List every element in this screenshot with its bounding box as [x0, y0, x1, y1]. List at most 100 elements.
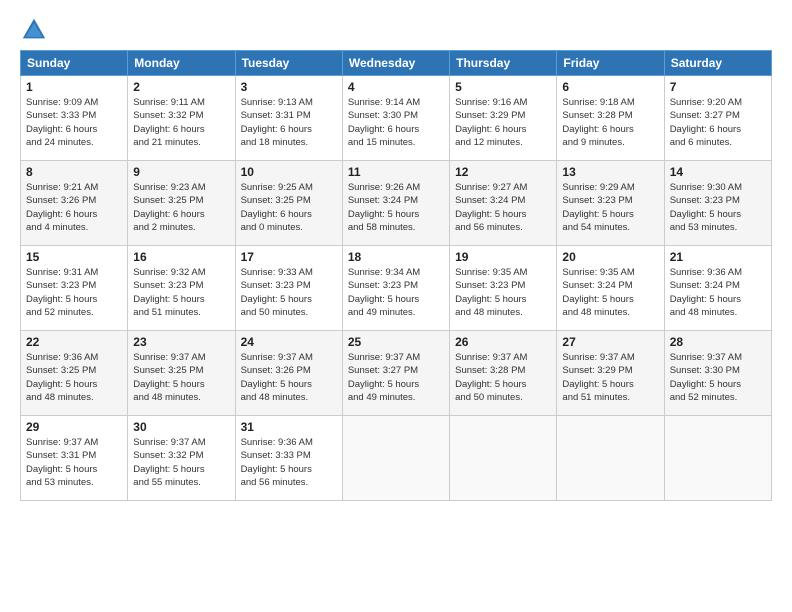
day-info: Sunrise: 9:37 AM Sunset: 3:32 PM Dayligh… [133, 436, 229, 489]
calendar-week-5: 29 Sunrise: 9:37 AM Sunset: 3:31 PM Dayli… [21, 416, 772, 501]
day-number: 11 [348, 165, 444, 179]
day-number: 8 [26, 165, 122, 179]
day-number: 23 [133, 335, 229, 349]
day-number: 20 [562, 250, 658, 264]
day-info: Sunrise: 9:37 AM Sunset: 3:26 PM Dayligh… [241, 351, 337, 404]
day-number: 4 [348, 80, 444, 94]
calendar-week-1: 1 Sunrise: 9:09 AM Sunset: 3:33 PM Daylig… [21, 76, 772, 161]
day-number: 12 [455, 165, 551, 179]
day-info: Sunrise: 9:32 AM Sunset: 3:23 PM Dayligh… [133, 266, 229, 319]
day-number: 7 [670, 80, 766, 94]
day-number: 1 [26, 80, 122, 94]
day-number: 30 [133, 420, 229, 434]
logo [20, 16, 52, 44]
calendar-week-4: 22 Sunrise: 9:36 AM Sunset: 3:25 PM Dayli… [21, 331, 772, 416]
calendar-cell [557, 416, 664, 501]
day-info: Sunrise: 9:37 AM Sunset: 3:31 PM Dayligh… [26, 436, 122, 489]
day-info: Sunrise: 9:14 AM Sunset: 3:30 PM Dayligh… [348, 96, 444, 149]
day-info: Sunrise: 9:31 AM Sunset: 3:23 PM Dayligh… [26, 266, 122, 319]
day-number: 31 [241, 420, 337, 434]
calendar-cell: 9Sunrise: 9:23 AM Sunset: 3:25 PM Daylig… [128, 161, 235, 246]
calendar-table: SundayMondayTuesdayWednesdayThursdayFrid… [20, 50, 772, 501]
calendar-week-2: 8 Sunrise: 9:21 AM Sunset: 3:26 PM Daylig… [21, 161, 772, 246]
calendar-cell: 22 Sunrise: 9:36 AM Sunset: 3:25 PM Dayli… [21, 331, 128, 416]
calendar-header-row: SundayMondayTuesdayWednesdayThursdayFrid… [21, 51, 772, 76]
calendar-cell: 6 Sunrise: 9:18 AM Sunset: 3:28 PM Daylig… [557, 76, 664, 161]
day-info: Sunrise: 9:37 AM Sunset: 3:30 PM Dayligh… [670, 351, 766, 404]
calendar-cell: 5 Sunrise: 9:16 AM Sunset: 3:29 PM Daylig… [450, 76, 557, 161]
day-number: 14 [670, 165, 766, 179]
calendar-cell: 25 Sunrise: 9:37 AM Sunset: 3:27 PM Dayli… [342, 331, 449, 416]
day-info: Sunrise: 9:37 AM Sunset: 3:25 PM Dayligh… [133, 351, 229, 404]
day-info: Sunrise: 9:13 AM Sunset: 3:31 PM Dayligh… [241, 96, 337, 149]
calendar-cell: 1 Sunrise: 9:09 AM Sunset: 3:33 PM Daylig… [21, 76, 128, 161]
day-number: 18 [348, 250, 444, 264]
calendar-cell: 19Sunrise: 9:35 AM Sunset: 3:23 PM Dayli… [450, 246, 557, 331]
day-number: 10 [241, 165, 337, 179]
page-container: SundayMondayTuesdayWednesdayThursdayFrid… [0, 0, 792, 511]
day-info: Sunrise: 9:37 AM Sunset: 3:27 PM Dayligh… [348, 351, 444, 404]
day-info: Sunrise: 9:36 AM Sunset: 3:24 PM Dayligh… [670, 266, 766, 319]
day-number: 24 [241, 335, 337, 349]
day-number: 16 [133, 250, 229, 264]
day-number: 5 [455, 80, 551, 94]
day-info: Sunrise: 9:16 AM Sunset: 3:29 PM Dayligh… [455, 96, 551, 149]
day-number: 21 [670, 250, 766, 264]
day-number: 22 [26, 335, 122, 349]
calendar-cell: 11 Sunrise: 9:26 AM Sunset: 3:24 PM Dayli… [342, 161, 449, 246]
day-number: 9 [133, 165, 229, 179]
calendar-header-thursday: Thursday [450, 51, 557, 76]
calendar-cell [450, 416, 557, 501]
calendar-header-saturday: Saturday [664, 51, 771, 76]
calendar-cell: 10 Sunrise: 9:25 AM Sunset: 3:25 PM Dayli… [235, 161, 342, 246]
calendar-cell [342, 416, 449, 501]
day-info: Sunrise: 9:29 AM Sunset: 3:23 PM Dayligh… [562, 181, 658, 234]
calendar-cell: 3 Sunrise: 9:13 AM Sunset: 3:31 PM Daylig… [235, 76, 342, 161]
calendar-cell: 21 Sunrise: 9:36 AM Sunset: 3:24 PM Dayli… [664, 246, 771, 331]
day-info: Sunrise: 9:26 AM Sunset: 3:24 PM Dayligh… [348, 181, 444, 234]
day-number: 3 [241, 80, 337, 94]
calendar-week-3: 15 Sunrise: 9:31 AM Sunset: 3:23 PM Dayli… [21, 246, 772, 331]
day-info: Sunrise: 9:25 AM Sunset: 3:25 PM Dayligh… [241, 181, 337, 234]
calendar-cell [664, 416, 771, 501]
day-number: 25 [348, 335, 444, 349]
day-info: Sunrise: 9:37 AM Sunset: 3:29 PM Dayligh… [562, 351, 658, 404]
day-info: Sunrise: 9:30 AM Sunset: 3:23 PM Dayligh… [670, 181, 766, 234]
calendar-header-wednesday: Wednesday [342, 51, 449, 76]
day-info: Sunrise: 9:21 AM Sunset: 3:26 PM Dayligh… [26, 181, 122, 234]
day-info: Sunrise: 9:18 AM Sunset: 3:28 PM Dayligh… [562, 96, 658, 149]
calendar-cell: 12 Sunrise: 9:27 AM Sunset: 3:24 PM Dayli… [450, 161, 557, 246]
day-number: 13 [562, 165, 658, 179]
day-info: Sunrise: 9:20 AM Sunset: 3:27 PM Dayligh… [670, 96, 766, 149]
calendar-cell: 28Sunrise: 9:37 AM Sunset: 3:30 PM Dayli… [664, 331, 771, 416]
day-info: Sunrise: 9:33 AM Sunset: 3:23 PM Dayligh… [241, 266, 337, 319]
calendar-cell: 27Sunrise: 9:37 AM Sunset: 3:29 PM Dayli… [557, 331, 664, 416]
day-number: 6 [562, 80, 658, 94]
calendar-cell: 26Sunrise: 9:37 AM Sunset: 3:28 PM Dayli… [450, 331, 557, 416]
day-info: Sunrise: 9:35 AM Sunset: 3:23 PM Dayligh… [455, 266, 551, 319]
calendar-cell: 31 Sunrise: 9:36 AM Sunset: 3:33 PM Dayli… [235, 416, 342, 501]
day-number: 29 [26, 420, 122, 434]
calendar-cell: 23 Sunrise: 9:37 AM Sunset: 3:25 PM Dayli… [128, 331, 235, 416]
day-info: Sunrise: 9:35 AM Sunset: 3:24 PM Dayligh… [562, 266, 658, 319]
day-info: Sunrise: 9:27 AM Sunset: 3:24 PM Dayligh… [455, 181, 551, 234]
calendar-cell: 15 Sunrise: 9:31 AM Sunset: 3:23 PM Dayli… [21, 246, 128, 331]
calendar-cell: 14 Sunrise: 9:30 AM Sunset: 3:23 PM Dayli… [664, 161, 771, 246]
calendar-header-friday: Friday [557, 51, 664, 76]
day-number: 26 [455, 335, 551, 349]
day-info: Sunrise: 9:09 AM Sunset: 3:33 PM Dayligh… [26, 96, 122, 149]
calendar-cell: 18Sunrise: 9:34 AM Sunset: 3:23 PM Dayli… [342, 246, 449, 331]
day-info: Sunrise: 9:36 AM Sunset: 3:33 PM Dayligh… [241, 436, 337, 489]
calendar-cell: 7 Sunrise: 9:20 AM Sunset: 3:27 PM Daylig… [664, 76, 771, 161]
calendar-header-sunday: Sunday [21, 51, 128, 76]
calendar-cell: 20 Sunrise: 9:35 AM Sunset: 3:24 PM Dayli… [557, 246, 664, 331]
header [20, 16, 772, 44]
logo-icon [20, 16, 48, 44]
day-number: 15 [26, 250, 122, 264]
calendar-cell: 17Sunrise: 9:33 AM Sunset: 3:23 PM Dayli… [235, 246, 342, 331]
calendar-cell: 13 Sunrise: 9:29 AM Sunset: 3:23 PM Dayli… [557, 161, 664, 246]
calendar-cell: 24 Sunrise: 9:37 AM Sunset: 3:26 PM Dayli… [235, 331, 342, 416]
calendar-header-monday: Monday [128, 51, 235, 76]
calendar-cell: 8 Sunrise: 9:21 AM Sunset: 3:26 PM Daylig… [21, 161, 128, 246]
day-info: Sunrise: 9:36 AM Sunset: 3:25 PM Dayligh… [26, 351, 122, 404]
